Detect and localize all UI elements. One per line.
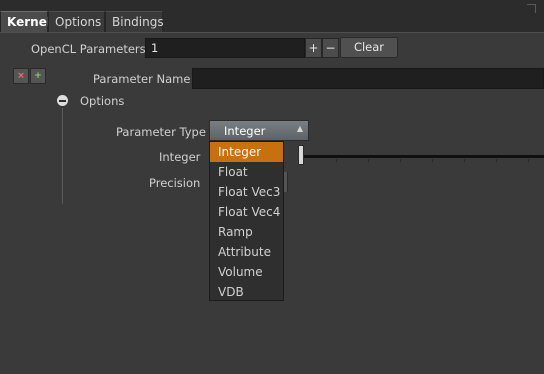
slider-tick	[464, 159, 465, 162]
parameter-type-label: Parameter Type	[116, 125, 206, 139]
chevron-up-icon: ▲	[296, 124, 303, 133]
remove-parameter-button[interactable]: ×	[13, 68, 29, 84]
menu-item-volume[interactable]: Volume	[210, 262, 283, 282]
decrement-button[interactable]: −	[322, 38, 339, 58]
clear-button[interactable]: Clear	[340, 37, 398, 58]
panel-corner	[527, 4, 536, 13]
tab-kernel[interactable]: Kernel	[0, 11, 51, 32]
menu-item-vdb[interactable]: VDB	[210, 282, 283, 302]
menu-item-ramp[interactable]: Ramp	[210, 222, 283, 242]
increment-button[interactable]: +	[305, 38, 322, 58]
slider-tick	[336, 159, 337, 162]
parameter-name-field[interactable]	[192, 68, 544, 89]
menu-item-float-vec3[interactable]: Float Vec3	[210, 182, 283, 202]
tab-bar: Kernel Options Bindings	[0, 0, 544, 32]
menu-item-float-vec4[interactable]: Float Vec4	[210, 202, 283, 222]
integer-slider-track[interactable]	[304, 155, 544, 158]
collapse-icon[interactable]	[57, 95, 68, 106]
insert-parameter-button[interactable]: +	[30, 68, 46, 84]
slider-tick	[496, 159, 497, 162]
parameter-type-dropdown[interactable]: Integer ▲	[209, 120, 309, 141]
slider-tick	[400, 159, 401, 162]
menu-item-float[interactable]: Float	[210, 162, 283, 182]
slider-tick	[368, 159, 369, 162]
menu-item-attribute[interactable]: Attribute	[210, 242, 283, 262]
integer-slider-handle[interactable]	[298, 145, 304, 165]
parameter-type-value: Integer	[224, 124, 266, 138]
options-folder-label: Options	[80, 94, 125, 108]
slider-tick	[528, 159, 529, 162]
slider-tick	[432, 159, 433, 162]
tab-bindings[interactable]: Bindings	[105, 11, 164, 32]
tab-options[interactable]: Options	[48, 11, 105, 32]
parameter-name-label: Parameter Name	[93, 72, 191, 86]
close-icon: ×	[17, 71, 25, 81]
parameter-type-menu: Integer Float Float Vec3 Float Vec4 Ramp…	[209, 141, 284, 301]
menu-item-integer[interactable]: Integer	[210, 142, 283, 162]
integer-label: Integer	[159, 150, 201, 164]
plus-icon: +	[34, 71, 42, 81]
opencl-parameters-label: OpenCL Parameters	[31, 42, 146, 56]
panel-divider	[0, 32, 544, 33]
folder-line	[62, 108, 63, 204]
opencl-parameters-count-field[interactable]: 1	[145, 38, 305, 58]
precision-label: Precision	[149, 176, 201, 190]
